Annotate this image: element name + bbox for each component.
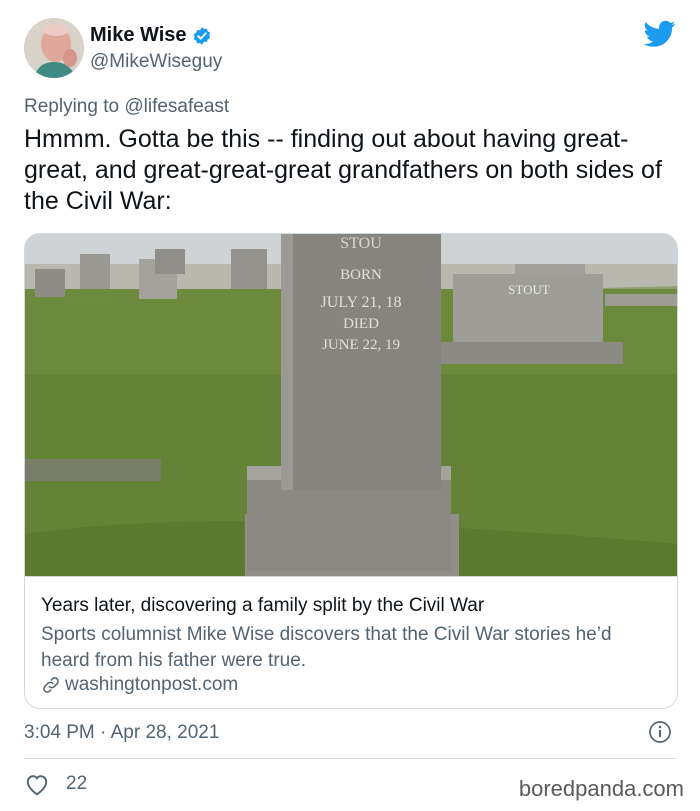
reply-context: Replying to @lifesafeast [24, 96, 229, 118]
timestamp[interactable]: 3:04 PM · Apr 28, 2021 [24, 722, 219, 744]
info-icon[interactable] [648, 720, 672, 744]
card-domain[interactable]: washingtonpost.com [41, 674, 238, 696]
avatar[interactable] [24, 18, 84, 78]
author-name[interactable]: Mike Wise [90, 24, 212, 47]
tweet-text: Hmmm. Gotta be this -- finding out about… [24, 125, 662, 215]
timestamp-time[interactable]: 3:04 PM [24, 722, 95, 743]
headstone-line-4: JUNE 22, 19 [322, 337, 400, 353]
avatar-image [24, 18, 84, 78]
heart-icon[interactable] [24, 772, 50, 796]
card-image[interactable]: STOUT STOU BORN JULY 21, 18 DIED JUNE 22… [25, 234, 677, 576]
divider [24, 758, 676, 759]
timestamp-date[interactable]: Apr 28, 2021 [111, 722, 220, 743]
reply-mention-link[interactable]: @lifesafeast [124, 96, 229, 117]
watermark: boredpanda.com [518, 776, 684, 801]
card-title[interactable]: Years later, discovering a family split … [41, 595, 484, 617]
link-icon [43, 677, 59, 693]
like-count: 22 [66, 773, 88, 794]
headstone-line-3: DIED [343, 316, 379, 332]
cemetery-photo: STOUT STOU BORN JULY 21, 18 DIED JUNE 22… [25, 234, 677, 576]
link-card[interactable]: STOUT STOU BORN JULY 21, 18 DIED JUNE 22… [24, 233, 678, 709]
verified-badge-icon [193, 26, 210, 45]
card-domain-text[interactable]: washingtonpost.com [65, 674, 238, 696]
headstone-line-2: JULY 21, 18 [321, 294, 402, 311]
headstone-line-1: BORN [340, 267, 382, 283]
like-button[interactable]: 22 [24, 772, 87, 796]
background-stone-name: STOUT [508, 282, 550, 297]
reply-prefix: Replying to [24, 96, 120, 117]
twitter-bird-icon[interactable] [644, 20, 676, 48]
headstone-upper: STOU [340, 235, 382, 252]
author-handle[interactable]: @MikeWiseguy [90, 51, 222, 73]
card-body[interactable]: Years later, discovering a family split … [25, 576, 677, 708]
timestamp-separator: · [94, 722, 111, 743]
author-name-text[interactable]: Mike Wise [90, 24, 187, 47]
card-description: Sports columnist Mike Wise discovers tha… [41, 624, 612, 671]
